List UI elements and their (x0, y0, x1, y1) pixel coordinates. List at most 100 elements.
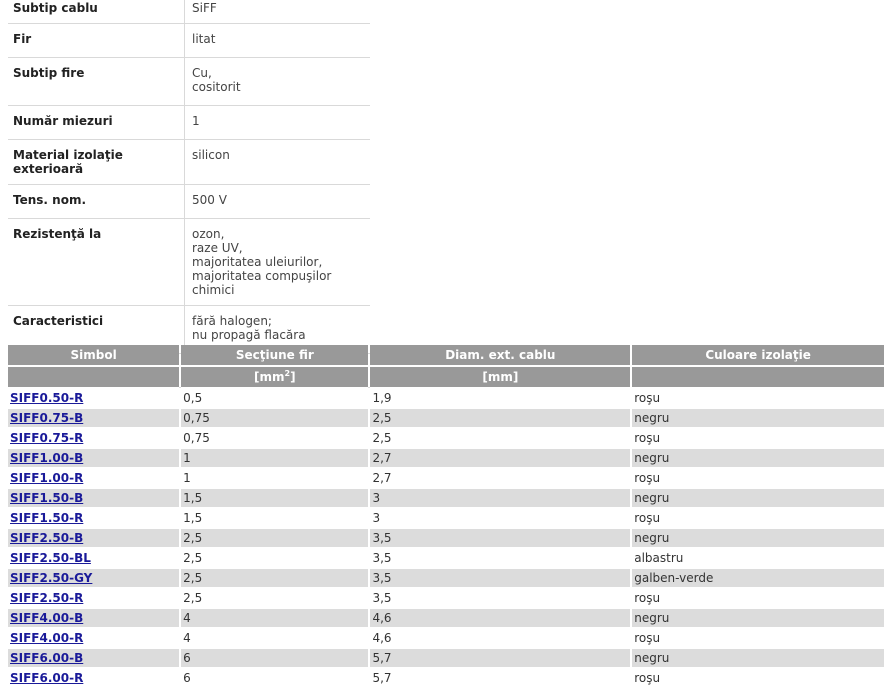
product-link[interactable]: SIFF4.00-R (10, 631, 83, 645)
spec-value-line: raze UV, (192, 241, 243, 255)
spec-value-line: cositorit (192, 80, 241, 94)
cell-diameter: 2,5 (370, 429, 631, 449)
cell-diameter: 5,7 (370, 649, 631, 669)
spec-value: ozon, raze UV, majoritatea uleiurilor, majo… (184, 218, 370, 306)
product-link[interactable]: SIFF0.75-B (10, 411, 83, 425)
cell-section: 0,5 (181, 389, 369, 409)
unit-section: [mm2] (181, 367, 369, 389)
spec-value-line: litat (192, 32, 216, 46)
product-link[interactable]: SIFF2.50-BL (10, 551, 91, 565)
spec-row: Număr miezuri 1 (8, 105, 370, 140)
spec-value: silicon (184, 139, 370, 185)
spec-value: 500 V (184, 184, 370, 219)
product-link[interactable]: SIFF1.00-B (10, 451, 83, 465)
cell-color: roşu (632, 629, 884, 649)
table-row: SIFF1.00-R 1 2,7 roşu (8, 469, 884, 489)
spec-value-line: Cu, (192, 66, 212, 80)
cell-symbol: SIFF0.50-R (8, 389, 180, 409)
cell-color: negru (632, 609, 884, 629)
table-row: SIFF1.50-B 1,5 3 negru (8, 489, 884, 509)
unit-diameter: [mm] (370, 367, 631, 389)
spec-value: Cu, cositorit (184, 57, 370, 106)
cell-color: roşu (632, 589, 884, 609)
cell-color: roşu (632, 429, 884, 449)
product-link[interactable]: SIFF0.50-R (10, 391, 83, 405)
cell-symbol: SIFF1.50-B (8, 489, 180, 509)
product-link[interactable]: SIFF2.50-R (10, 591, 83, 605)
cell-symbol: SIFF6.00-R (8, 669, 180, 689)
cell-diameter: 3,5 (370, 569, 631, 589)
header-section[interactable]: Secţiune fir (181, 345, 369, 367)
table-row: SIFF1.00-B 1 2,7 negru (8, 449, 884, 469)
cell-symbol: SIFF4.00-R (8, 629, 180, 649)
table-row: SIFF4.00-R 4 4,6 roşu (8, 629, 884, 649)
table-row: SIFF2.50-GY 2,5 3,5 galben-verde (8, 569, 884, 589)
cell-section: 4 (181, 609, 369, 629)
cell-diameter: 3,5 (370, 589, 631, 609)
header-symbol[interactable]: Simbol (8, 345, 180, 367)
table-row: SIFF0.50-R 0,5 1,9 roşu (8, 389, 884, 409)
cell-symbol: SIFF4.00-B (8, 609, 180, 629)
cell-diameter: 4,6 (370, 609, 631, 629)
spec-value-line: SiFF (192, 1, 217, 15)
spec-value: 1 (184, 105, 370, 140)
cell-diameter: 4,6 (370, 629, 631, 649)
spec-label: Tens. nom. (8, 184, 185, 219)
table-row: SIFF2.50-B 2,5 3,5 negru (8, 529, 884, 549)
table-row: SIFF2.50-R 2,5 3,5 roşu (8, 589, 884, 609)
cell-diameter: 2,7 (370, 469, 631, 489)
spec-row: Subtip cablu SiFF (8, 0, 370, 24)
spec-value-line: majoritatea uleiurilor, (192, 255, 323, 269)
cell-color: roşu (632, 389, 884, 409)
products-table: Simbol Secţiune fir Diam. ext. cablu Cul… (6, 345, 886, 689)
cell-color: negru (632, 409, 884, 429)
cell-section: 2,5 (181, 569, 369, 589)
cell-symbol: SIFF1.50-R (8, 509, 180, 529)
product-link[interactable]: SIFF1.50-R (10, 511, 83, 525)
header-color[interactable]: Culoare izolaţie (632, 345, 884, 367)
unit-color (632, 367, 884, 389)
table-row: SIFF6.00-B 6 5,7 negru (8, 649, 884, 669)
cell-diameter: 3,5 (370, 549, 631, 569)
product-link[interactable]: SIFF0.75-R (10, 431, 83, 445)
spec-value-line: 500 V (192, 193, 227, 207)
product-link[interactable]: SIFF2.50-B (10, 531, 83, 545)
cell-section: 2,5 (181, 589, 369, 609)
spec-value: litat (184, 23, 370, 58)
spec-value-line: silicon (192, 148, 230, 162)
cell-diameter: 2,5 (370, 409, 631, 429)
spec-row: Material izolaţie exterioară silicon (8, 139, 370, 185)
spec-value-line: nu propagă flacăra (192, 328, 306, 342)
cell-symbol: SIFF0.75-R (8, 429, 180, 449)
spec-row: Rezistenţă la ozon, raze UV, majoritatea ul… (8, 218, 370, 306)
table-row: SIFF0.75-R 0,75 2,5 roşu (8, 429, 884, 449)
cell-color: albastru (632, 549, 884, 569)
cell-section: 1 (181, 469, 369, 489)
table-row: SIFF1.50-R 1,5 3 roşu (8, 509, 884, 529)
spec-label: Material izolaţie exterioară (8, 139, 185, 185)
spec-label: Subtip fire (8, 57, 185, 106)
cell-color: negru (632, 649, 884, 669)
table-row: SIFF2.50-BL 2,5 3,5 albastru (8, 549, 884, 569)
cell-color: roşu (632, 469, 884, 489)
product-link[interactable]: SIFF2.50-GY (10, 571, 92, 585)
cell-section: 1,5 (181, 489, 369, 509)
cell-diameter: 2,7 (370, 449, 631, 469)
cell-section: 0,75 (181, 429, 369, 449)
product-link[interactable]: SIFF1.00-R (10, 471, 83, 485)
product-link[interactable]: SIFF6.00-B (10, 651, 83, 665)
cell-section: 2,5 (181, 549, 369, 569)
cell-section: 2,5 (181, 529, 369, 549)
specifications-table: Subtip cablu SiFF Fir litat Subtip fire Cu, co… (8, 0, 370, 388)
product-link[interactable]: SIFF1.50-B (10, 491, 83, 505)
spec-value-line: fără halogen; (192, 314, 272, 328)
table-row: SIFF6.00-R 6 5,7 roşu (8, 669, 884, 689)
cell-color: negru (632, 489, 884, 509)
product-link[interactable]: SIFF6.00-R (10, 671, 83, 685)
cell-section: 4 (181, 629, 369, 649)
product-link[interactable]: SIFF4.00-B (10, 611, 83, 625)
header-diameter[interactable]: Diam. ext. cablu (370, 345, 631, 367)
cell-section: 1 (181, 449, 369, 469)
cell-section: 6 (181, 649, 369, 669)
spec-label: Număr miezuri (8, 105, 185, 140)
